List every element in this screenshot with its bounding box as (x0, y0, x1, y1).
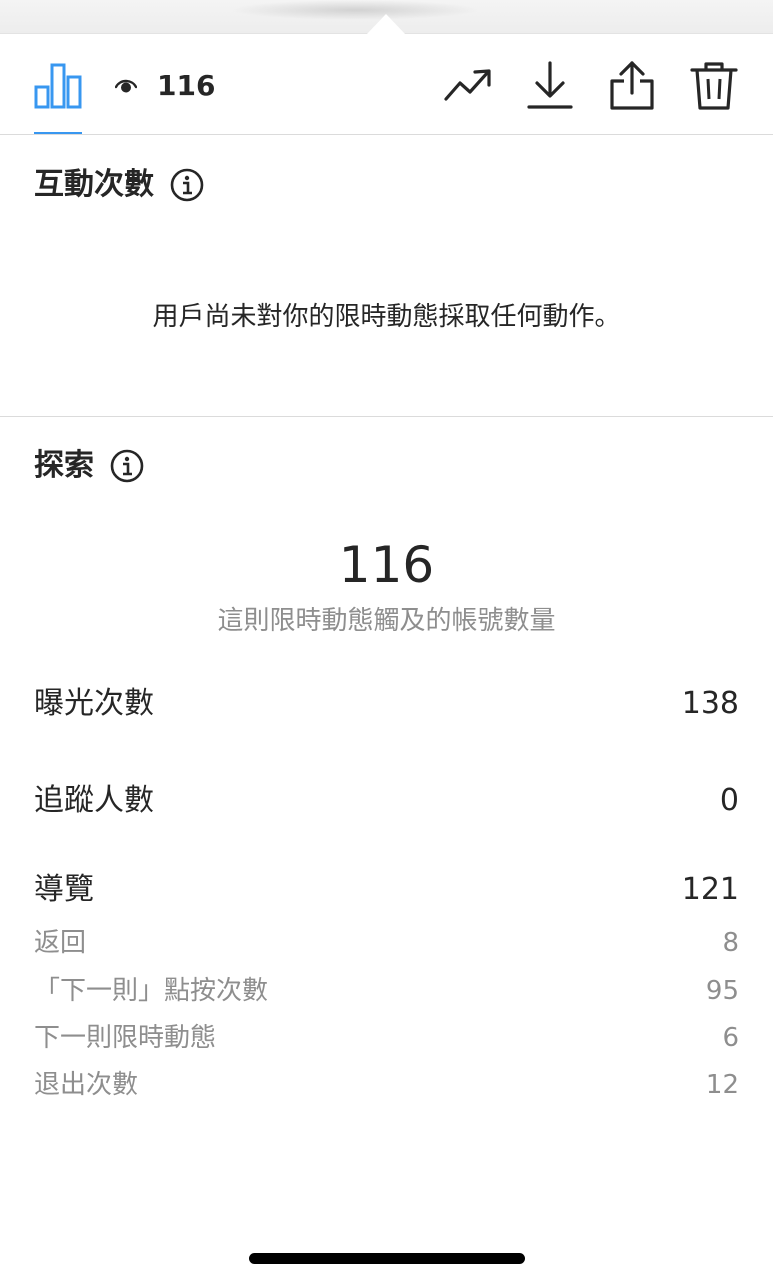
metric-row-follows: 追蹤人數 0 (34, 781, 739, 821)
promote-button[interactable] (442, 59, 494, 111)
home-indicator[interactable] (249, 1253, 525, 1264)
active-tab-indicator (34, 132, 82, 134)
nav-label: 退出次數 (34, 1070, 139, 1100)
trending-up-icon (444, 69, 491, 101)
interactions-title-text: 互動次數 (34, 167, 154, 202)
metric-label: 曝光次數 (34, 686, 154, 721)
share-button[interactable] (606, 59, 658, 111)
discovery-title-text: 探索 (34, 448, 94, 483)
nav-label: 返回 (34, 928, 87, 958)
views-count: 116 (157, 69, 216, 102)
nav-row-exits: 退出次數 12 (34, 1068, 739, 1102)
reach-count: 116 (338, 536, 435, 594)
trash-icon (690, 62, 738, 110)
sheet-top-edge (0, 0, 773, 35)
metric-label: 追蹤人數 (34, 783, 154, 818)
nav-value: 6 (722, 1023, 739, 1053)
story-insights-sheet: 116 互動次數 用戶尚未對你的限時動態採取任何動作。 探索 116 這則限時動… (0, 0, 773, 1280)
info-icon[interactable] (110, 449, 144, 483)
download-button[interactable] (524, 59, 576, 111)
interactions-section-title: 互動次數 (34, 165, 204, 205)
interactions-empty-message: 用戶尚未對你的限時動態採取任何動作。 (152, 302, 621, 332)
eye-icon (115, 79, 137, 93)
insights-toolbar: 116 (0, 35, 773, 135)
metric-label: 導覽 (34, 872, 94, 907)
nav-row-forward-taps: 「下一則」點按次數 95 (34, 974, 739, 1008)
delete-button[interactable] (688, 59, 740, 111)
bar-chart-icon (34, 63, 82, 109)
insights-tab[interactable] (34, 61, 82, 109)
metric-value: 0 (719, 783, 739, 818)
sheet-notch (366, 14, 406, 35)
discovery-section-title: 探索 (34, 446, 144, 486)
metric-row-navigation: 導覽 121 (34, 870, 739, 910)
nav-row-next-story: 下一則限時動態 6 (34, 1021, 739, 1055)
reach-caption: 這則限時動態觸及的帳號數量 (217, 606, 556, 636)
download-icon (527, 61, 573, 109)
nav-row-back: 返回 8 (34, 926, 739, 960)
nav-label: 「下一則」點按次數 (34, 976, 269, 1006)
nav-label: 下一則限時動態 (34, 1023, 217, 1053)
metric-value: 121 (681, 872, 739, 907)
section-divider (0, 416, 773, 417)
nav-value: 8 (722, 928, 739, 958)
background-blur (230, 0, 480, 20)
info-icon[interactable] (170, 168, 204, 202)
nav-value: 95 (705, 976, 739, 1006)
nav-value: 12 (705, 1070, 739, 1100)
metric-value: 138 (681, 686, 739, 721)
metric-row-impressions: 曝光次數 138 (34, 684, 739, 724)
share-icon (610, 61, 654, 110)
